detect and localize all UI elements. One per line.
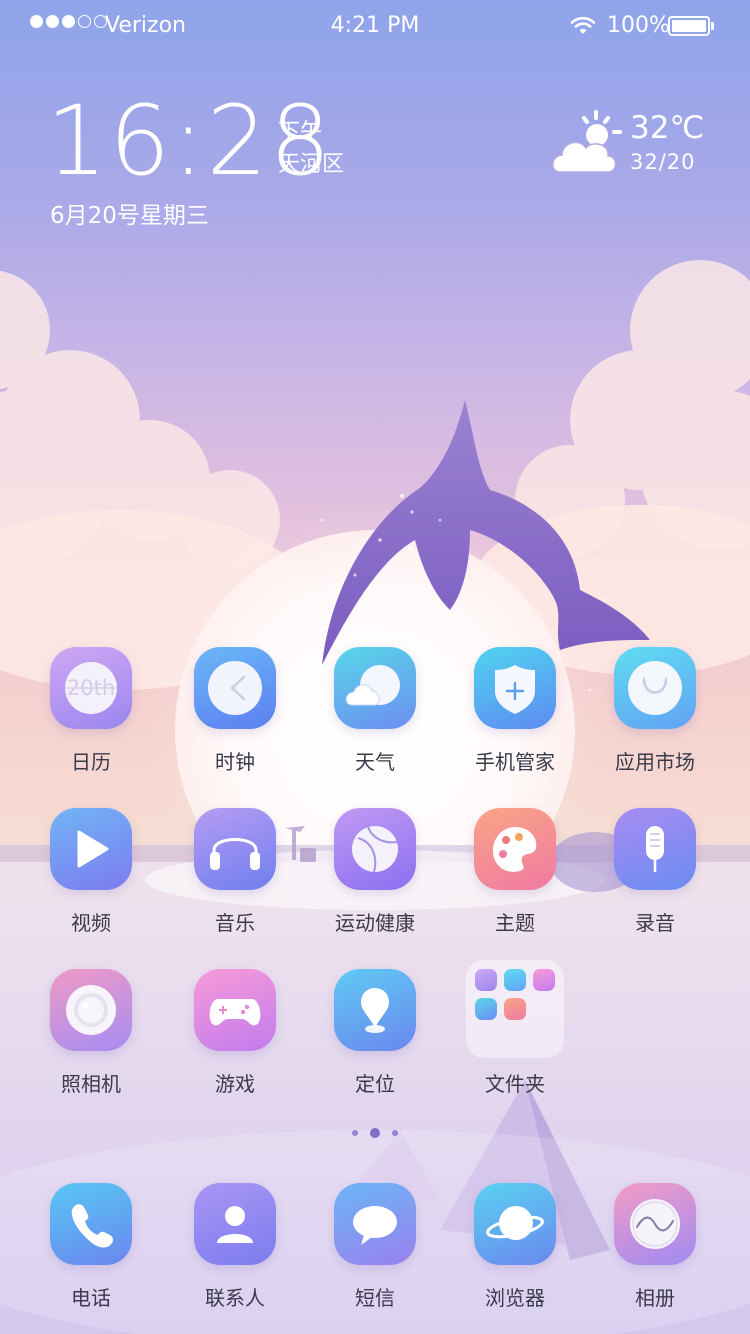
page-dot[interactable] (392, 1130, 398, 1136)
gallery-icon (614, 1183, 696, 1265)
mini-market-icon (504, 969, 526, 991)
calendar-date-text: 20th (67, 676, 115, 700)
app-music[interactable]: 音乐 (175, 808, 295, 936)
wifi-icon (570, 16, 596, 42)
page-dot-current[interactable] (370, 1128, 380, 1138)
widget-temperature: 32℃ (630, 110, 705, 146)
dock-gallery[interactable]: 相册 (595, 1183, 715, 1311)
calendar-icon: 20th (50, 647, 132, 729)
dock-contacts[interactable]: 联系人 (175, 1183, 295, 1311)
app-location[interactable]: 定位 (315, 969, 435, 1097)
app-label: 录音 (635, 911, 675, 935)
page-indicator[interactable] (0, 1128, 750, 1138)
app-label: 手机管家 (475, 750, 555, 774)
app-label: 短信 (355, 1286, 395, 1310)
battery-percentage: 100% (607, 13, 670, 38)
widget-date: 6月20号星期三 (50, 203, 209, 229)
shield-plus-icon (474, 647, 556, 729)
status-bar: Verizon 4:21 PM 100% (0, 0, 750, 54)
folder-icon (466, 960, 564, 1058)
app-sports-health[interactable]: 运动健康 (315, 808, 435, 936)
app-folder[interactable]: 文件夹 (455, 960, 575, 1097)
app-camera[interactable]: 照相机 (31, 969, 151, 1097)
microphone-icon (614, 808, 696, 890)
app-clock[interactable]: 时钟 (175, 647, 295, 775)
palette-icon (474, 808, 556, 890)
app-market[interactable]: 应用市场 (595, 647, 715, 775)
app-label: 定位 (355, 1072, 395, 1096)
app-label: 文件夹 (485, 1072, 545, 1096)
app-games[interactable]: 游戏 (175, 969, 295, 1097)
location-pin-icon (334, 969, 416, 1051)
browser-icon (474, 1183, 556, 1265)
app-video[interactable]: 视频 (31, 808, 151, 936)
mini-calendar-icon (475, 969, 497, 991)
mini-gamepad-icon (533, 969, 555, 991)
app-calendar[interactable]: 20th 日历 (31, 647, 151, 775)
partly-sunny-icon[interactable] (548, 106, 628, 180)
app-label: 运动健康 (335, 911, 415, 935)
app-market-icon (614, 647, 696, 729)
mini-palette-icon (504, 998, 526, 1020)
app-label: 主题 (495, 911, 535, 935)
gamepad-icon (194, 969, 276, 1051)
app-label: 日历 (71, 750, 111, 774)
clock-icon (194, 647, 276, 729)
app-label: 时钟 (215, 750, 255, 774)
contact-icon (194, 1183, 276, 1265)
dock-messages[interactable]: 短信 (315, 1183, 435, 1311)
app-label: 电话 (71, 1286, 111, 1310)
widget-district: 天河区 (278, 152, 345, 177)
home-screen: Verizon 4:21 PM 100% 16:28 下午 天河区 6月20号星… (0, 0, 750, 1334)
camera-lens-icon (50, 969, 132, 1051)
app-theme[interactable]: 主题 (455, 808, 575, 936)
app-label: 相册 (635, 1286, 675, 1310)
app-label: 游戏 (215, 1072, 255, 1096)
widget-ampm: 下午 (278, 120, 323, 145)
dock-browser[interactable]: 浏览器 (455, 1183, 575, 1311)
mini-weather-icon (475, 998, 497, 1020)
app-recorder[interactable]: 录音 (595, 808, 715, 936)
app-phone-manager[interactable]: 手机管家 (455, 647, 575, 775)
weather-cloud-icon (334, 647, 416, 729)
page-dot[interactable] (352, 1130, 358, 1136)
app-weather[interactable]: 天气 (315, 647, 435, 775)
battery-icon (668, 16, 710, 36)
app-label: 浏览器 (485, 1286, 545, 1310)
app-label: 联系人 (205, 1286, 265, 1310)
dock-phone[interactable]: 电话 (31, 1183, 151, 1311)
ball-icon (334, 808, 416, 890)
headphones-icon (194, 808, 276, 890)
app-label: 音乐 (215, 911, 255, 935)
app-label: 应用市场 (615, 750, 695, 774)
widget-temp-range: 32/20 (630, 150, 696, 174)
app-label: 天气 (355, 750, 395, 774)
phone-icon (50, 1183, 132, 1265)
app-label: 视频 (71, 911, 111, 935)
play-icon (50, 808, 132, 890)
app-label: 照相机 (61, 1072, 121, 1096)
message-icon (334, 1183, 416, 1265)
